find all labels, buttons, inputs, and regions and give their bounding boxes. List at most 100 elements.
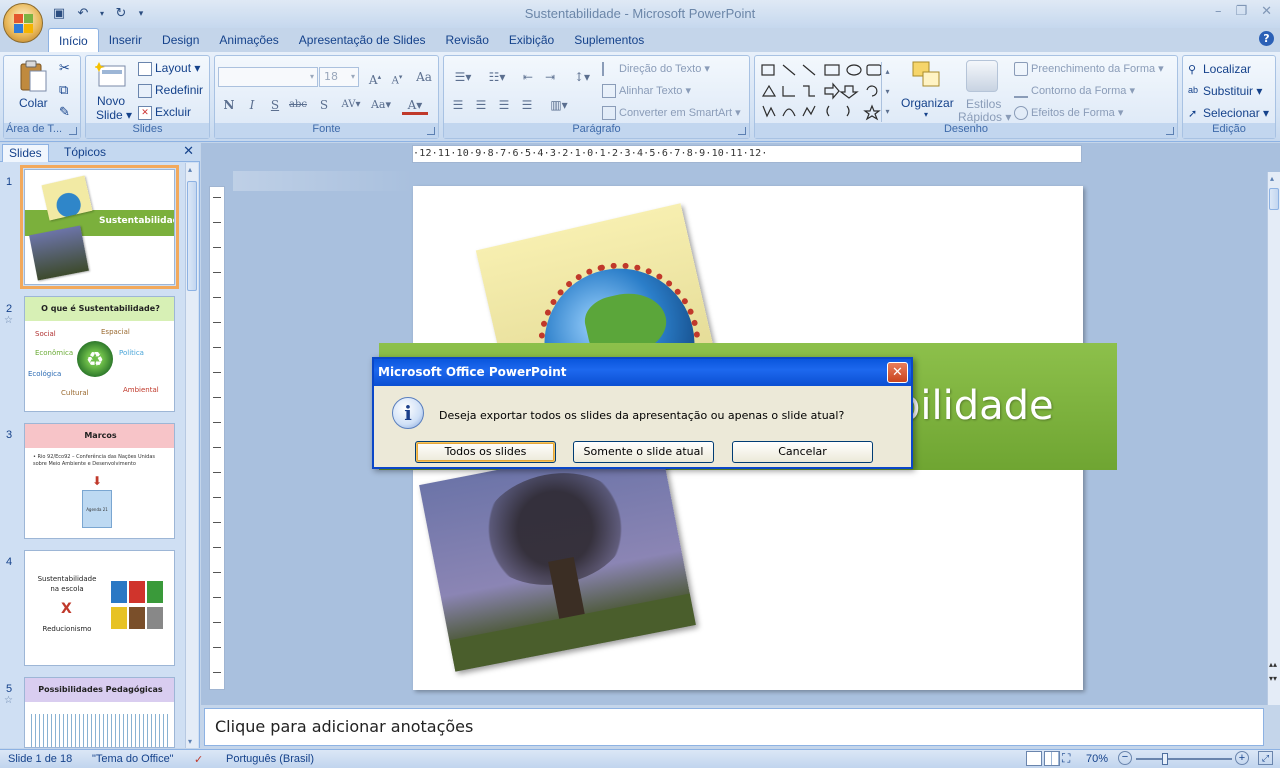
slide-thumbnail-3[interactable]: Marcos • Rio 92/Eco92 – Conferência das …	[24, 423, 175, 539]
slide-thumbnail-2[interactable]: O que é Sustentabilidade? Social Espacia…	[24, 296, 175, 412]
clipboard-launcher-icon[interactable]	[69, 127, 77, 135]
spellcheck-icon[interactable]: ✓	[194, 753, 203, 766]
font-color-icon[interactable]: A▾	[402, 95, 428, 115]
font-name-box[interactable]: ▾	[218, 67, 318, 87]
new-slide-label-2[interactable]: Slide ▾	[96, 108, 132, 122]
tab-suplementos[interactable]: Suplementos	[564, 28, 654, 52]
align-text-button[interactable]: Alinhar Texto ▾	[602, 84, 691, 99]
underline-icon[interactable]: S	[265, 95, 285, 115]
align-center-icon[interactable]: ☰	[471, 95, 491, 115]
all-slides-button[interactable]: Todos os slides	[415, 441, 556, 463]
title-bar: ▣ ↶ ▾ ↻ ▾ Sustentabilidade - Microsoft P…	[0, 0, 1280, 28]
slideshow-icon[interactable]: ⛶	[1062, 751, 1070, 766]
font-size-box[interactable]: 18 ▾	[319, 67, 359, 87]
bold-icon[interactable]: N	[219, 95, 239, 115]
editor-scrollbar[interactable]: ▴ ▴▴ ▾▾	[1267, 172, 1280, 705]
numbering-icon[interactable]: ☷▾	[482, 67, 512, 87]
zoom-slider[interactable]	[1136, 753, 1232, 765]
thumbnails-scrollbar[interactable]: ▴ ▾	[185, 163, 198, 748]
minimize-icon[interactable]: –	[1215, 4, 1222, 19]
normal-view-icon[interactable]	[1026, 751, 1042, 766]
zoom-in-icon[interactable]: +	[1235, 751, 1249, 765]
delete-slide-button[interactable]: ✕ Excluir	[138, 105, 191, 120]
select-button[interactable]: ➚ Selecionar ▾	[1188, 106, 1269, 121]
notes-pane[interactable]: Clique para adicionar anotações	[204, 708, 1264, 746]
smartart-button[interactable]: Converter em SmartArt ▾	[602, 106, 741, 121]
fit-to-window-icon[interactable]: ⤢	[1258, 751, 1273, 765]
close-window-icon[interactable]: ✕	[1261, 4, 1272, 19]
increase-indent-icon[interactable]: ⇥	[540, 67, 560, 87]
new-slide-icon[interactable]	[93, 60, 127, 92]
editor-scroll-thumb[interactable]	[1269, 188, 1279, 210]
shapes-scroll[interactable]: ▴ ▾ ▾	[881, 62, 893, 122]
maximize-icon[interactable]: ❐	[1235, 4, 1247, 19]
shape-effects-button[interactable]: Efeitos de Forma ▾	[1014, 106, 1123, 121]
zoom-level[interactable]: 70%	[1086, 753, 1108, 765]
zoom-slider-thumb[interactable]	[1162, 753, 1168, 765]
current-slide-button[interactable]: Somente o slide atual	[573, 441, 714, 463]
tab-inicio[interactable]: Início	[48, 28, 99, 53]
tab-exibicao[interactable]: Exibição	[499, 28, 564, 52]
find-button[interactable]: ⚲ Localizar	[1188, 62, 1251, 77]
slide-thumbnail-1[interactable]: Sustentabilidade	[20, 165, 179, 289]
change-case-icon[interactable]: Aa▾	[368, 95, 394, 115]
slide-sorter-icon[interactable]	[1044, 751, 1060, 766]
strikethrough-icon[interactable]: abc	[288, 95, 308, 115]
shrink-font-icon[interactable]: A▾	[387, 67, 407, 87]
paragraph-launcher-icon[interactable]	[738, 127, 746, 135]
italic-icon[interactable]: I	[242, 95, 262, 115]
quick-styles-label-1[interactable]: Estilos	[966, 97, 1001, 111]
tab-inserir[interactable]: Inserir	[99, 28, 152, 52]
justify-icon[interactable]: ☰	[517, 95, 537, 115]
copy-icon[interactable]: ⧉	[59, 82, 68, 98]
replace-button[interactable]: ab Substituir ▾	[1188, 84, 1262, 99]
drawing-launcher-icon[interactable]	[1166, 127, 1174, 135]
zoom-out-icon[interactable]: −	[1118, 751, 1132, 765]
dialog-close-icon[interactable]: ✕	[887, 362, 908, 383]
arrange-icon[interactable]	[911, 60, 943, 92]
tab-outline[interactable]: Tópicos	[58, 144, 112, 162]
arrange-dropdown-icon[interactable]: ▾	[924, 110, 928, 119]
scroll-thumb[interactable]	[187, 181, 197, 291]
cut-icon[interactable]: ✂	[59, 60, 70, 76]
paste-icon[interactable]	[18, 60, 50, 92]
text-direction-button[interactable]: Direção do Texto ▾	[602, 62, 710, 77]
columns-icon[interactable]: ▥▾	[544, 95, 574, 115]
shadow-icon[interactable]: S	[314, 95, 334, 115]
help-icon[interactable]: ?	[1259, 31, 1274, 46]
tab-revisao[interactable]: Revisão	[436, 28, 499, 52]
slide-title-text[interactable]: bilidade	[895, 383, 1054, 429]
grow-font-icon[interactable]: A▴	[365, 67, 385, 87]
cancel-button[interactable]: Cancelar	[732, 441, 873, 463]
clear-format-icon[interactable]: Aa	[414, 67, 434, 87]
align-left-icon[interactable]: ☰	[448, 95, 468, 115]
close-panel-icon[interactable]: ✕	[183, 144, 194, 159]
tab-slides[interactable]: Slides	[2, 144, 49, 162]
tab-apresentacao[interactable]: Apresentação de Slides	[289, 28, 436, 52]
slide-thumbnail-4[interactable]: Sustentabilidade na escola X Reducionism…	[24, 550, 175, 666]
align-right-icon[interactable]: ☰	[494, 95, 514, 115]
decrease-indent-icon[interactable]: ⇤	[518, 67, 538, 87]
shapes-gallery[interactable]	[759, 62, 899, 122]
language-status[interactable]: Português (Brasil)	[226, 753, 314, 765]
paste-button-label[interactable]: Colar	[19, 96, 48, 110]
shape-outline-button[interactable]: Contorno da Forma ▾	[1014, 84, 1135, 99]
new-slide-label-1[interactable]: Novo	[97, 94, 125, 108]
office-button[interactable]	[3, 3, 43, 43]
tab-animacoes[interactable]: Animações	[209, 28, 288, 52]
arrange-label[interactable]: Organizar	[901, 96, 954, 110]
slide-thumbnail-5[interactable]: Possibilidades Pedagógicas	[24, 677, 175, 748]
tab-design[interactable]: Design	[152, 28, 209, 52]
font-launcher-icon[interactable]	[427, 127, 435, 135]
theme-name[interactable]: "Tema do Office"	[92, 753, 174, 765]
bullets-icon[interactable]: ☰▾	[448, 67, 478, 87]
char-spacing-icon[interactable]: AV▾	[338, 95, 364, 115]
reset-button[interactable]: Redefinir	[138, 83, 203, 98]
line-spacing-icon[interactable]: ↕▾	[568, 67, 596, 87]
shape-fill-button[interactable]: Preenchimento da Forma ▾	[1014, 62, 1164, 77]
format-painter-icon[interactable]: ✎	[59, 104, 70, 120]
quick-styles-icon[interactable]	[966, 60, 998, 92]
layout-button[interactable]: Layout ▾	[138, 61, 200, 76]
quick-styles-label-2[interactable]: Rápidos ▾	[958, 110, 1011, 124]
paint-bucket-icon	[1014, 62, 1028, 77]
